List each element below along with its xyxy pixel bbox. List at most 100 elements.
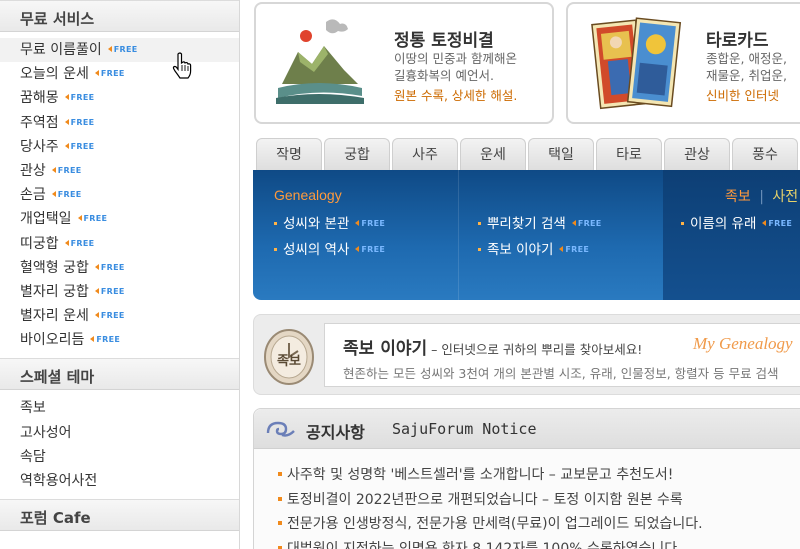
sidebar-section-title: 스페셜 테마 xyxy=(0,358,239,391)
sidebar-item-biorhythm[interactable]: 바이오리듬 FREE xyxy=(0,328,239,352)
notice-item[interactable]: 사주학 및 성명학 '베스트셀러'를 소개합니다 – 교보문고 추천도서! xyxy=(278,463,703,488)
genealogy-panel: Genealogy 성씨와 본관 FREE 성씨의 역사 FREE 뿌리찾기 검색 F… xyxy=(253,170,800,300)
tojeong-desc-line1: 이땅의 민중과 함께해온 xyxy=(394,51,517,66)
sidebar-item-iching[interactable]: 주역점 FREE xyxy=(0,111,239,135)
sidebar-item-proverbs[interactable]: 속담 xyxy=(0,445,239,469)
free-badge: FREE xyxy=(65,111,95,135)
sidebar-item-zodiac-match[interactable]: 띠궁합 FREE xyxy=(0,232,239,256)
sidebar-item-star-match[interactable]: 별자리 궁합 FREE xyxy=(0,280,239,304)
sidebar-item-label: 당사주 xyxy=(20,138,59,155)
swirl-icon xyxy=(266,421,295,437)
sidebar-item-label: 손금 xyxy=(20,187,46,204)
sidebar-item-idioms[interactable]: 고사성어 xyxy=(0,421,239,445)
free-badge: FREE xyxy=(95,62,125,86)
free-badge: FREE xyxy=(762,219,792,228)
free-badge: FREE xyxy=(108,38,138,62)
sidebar-section-title: 무료 서비스 xyxy=(0,0,239,32)
jokbo-clock-icon: 족보 xyxy=(264,329,314,385)
tab-physiognomy[interactable]: 관상 xyxy=(664,138,730,170)
notice-item[interactable]: 토정비결이 2022년판으로 개편되었습니다 – 토정 이지함 원본 수록 xyxy=(278,488,703,513)
free-badge: FREE xyxy=(95,304,125,328)
tojeong-desc-line2: 길흉화복의 예언서. xyxy=(394,68,494,83)
panel-link-name-origin[interactable]: 이름의 유래 FREE xyxy=(681,212,792,232)
banner-english-title: My Genealogy xyxy=(693,334,793,353)
sidebar-item-label: 띠궁합 xyxy=(20,235,59,252)
panel-link-root-search[interactable]: 뿌리찾기 검색 FREE xyxy=(478,212,602,232)
free-badge: FREE xyxy=(52,183,82,207)
notice-item[interactable]: 대법원이 지정하는 인명용 한자 8,142자를 100% 수록하였습니다. xyxy=(278,537,703,549)
tab-feng-shui[interactable]: 풍수 xyxy=(732,138,798,170)
tarot-card[interactable]: 타로카드 종합운, 애정운, 재물운, 취업운, 신비한 인터넷 xyxy=(566,2,800,124)
sidebar-item-opening-date[interactable]: 개업택일 FREE xyxy=(0,207,239,231)
sidebar-item-label: 꿈해몽 xyxy=(20,90,59,107)
tarot-desc-line1: 종합운, 애정운, xyxy=(706,51,787,66)
notice-list: 사주학 및 성명학 '베스트셀러'를 소개합니다 – 교보문고 추천도서! 토정… xyxy=(278,463,703,549)
dictionary-heading-link[interactable]: 사전 xyxy=(772,189,798,205)
sidebar-section-title: 포럼 Cafe xyxy=(0,499,239,532)
special-theme-list: 족보 고사성어 속담 역학용어사전 xyxy=(0,390,239,499)
sidebar-item-physiognomy[interactable]: 관상 FREE xyxy=(0,159,239,183)
notice-english-title: SajuForum Notice xyxy=(392,420,537,438)
sidebar-item-star-fortune[interactable]: 별자리 운세 FREE xyxy=(0,304,239,328)
notice-board: 공지사항 SajuForum Notice 사주학 및 성명학 '베스트셀러'를… xyxy=(253,408,800,549)
genealogy-banner[interactable]: 족보 족보 이야기 – 인터넷으로 귀하의 뿌리를 찾아보세요! 현존하는 모든 … xyxy=(253,314,800,395)
notice-item[interactable]: 전문가용 인생방정식, 전문가용 만세력(무료)이 업그레이드 되었습니다. xyxy=(278,512,703,537)
free-badge: FREE xyxy=(52,159,82,183)
tab-compatibility[interactable]: 궁합 xyxy=(324,138,390,170)
banner-content: 족보 이야기 – 인터넷으로 귀하의 뿌리를 찾아보세요! 현존하는 모든 성씨와… xyxy=(324,323,800,387)
sidebar-item-label: 바이오리듬 xyxy=(20,332,85,349)
free-badge: FREE xyxy=(78,207,108,231)
sidebar: 무료 서비스 무료 이름풀이 FREE 오늘의 운세 FREE 꿈해몽 FREE 주역… xyxy=(0,0,240,549)
tojeong-subtitle: 원본 수록, 상세한 해설. xyxy=(394,88,518,103)
tab-fortune[interactable]: 운세 xyxy=(460,138,526,170)
sidebar-item-label: 주역점 xyxy=(20,114,59,131)
free-badge: FREE xyxy=(65,232,95,256)
tab-date-selection[interactable]: 택일 xyxy=(528,138,594,170)
sidebar-item-dream[interactable]: 꿈해몽 FREE xyxy=(0,86,239,110)
panel-link-jokbo-story[interactable]: 족보 이야기 FREE xyxy=(478,238,589,258)
notice-title: 공지사항 xyxy=(306,423,365,442)
sidebar-item-today-fortune[interactable]: 오늘의 운세 FREE xyxy=(0,62,239,86)
sidebar-item-label: 별자리 운세 xyxy=(20,308,89,325)
tojeong-illustration-icon xyxy=(276,19,364,104)
panel-right-heading: 족보 | 사전 xyxy=(725,189,799,205)
tojeong-card[interactable]: 정통 토정비결 이땅의 민중과 함께해온 길흉화복의 예언서. 원본 수록, 상… xyxy=(254,2,554,124)
free-badge: FREE xyxy=(65,135,95,159)
hand-cursor-icon xyxy=(172,52,192,79)
jokbo-heading-link[interactable]: 족보 xyxy=(725,189,751,205)
tojeong-title: 정통 토정비결 xyxy=(394,31,494,51)
sidebar-item-label: 개업택일 xyxy=(20,211,72,228)
sidebar-item-label: 별자리 궁합 xyxy=(20,283,89,300)
tarot-desc-line2: 재물운, 취업운, xyxy=(706,68,787,83)
tab-tarot[interactable]: 타로 xyxy=(596,138,662,170)
sidebar-item-label: 혈액형 궁합 xyxy=(20,259,89,276)
tarot-cards-icon xyxy=(591,17,682,110)
sidebar-item-glossary[interactable]: 역학용어사전 xyxy=(0,469,239,493)
free-badge: FREE xyxy=(572,219,602,228)
free-badge: FREE xyxy=(559,245,589,254)
free-badge: FREE xyxy=(355,219,385,228)
free-service-list: 무료 이름풀이 FREE 오늘의 운세 FREE 꿈해몽 FREE 주역점 FREE 당… xyxy=(0,32,239,358)
tab-saju[interactable]: 사주 xyxy=(392,138,458,170)
sidebar-item-jokbo[interactable]: 족보 xyxy=(0,396,239,420)
panel-link-surname-history[interactable]: 성씨의 역사 FREE xyxy=(274,238,385,258)
category-tabs: 작명 궁합 사주 운세 택일 타로 관상 풍수 xyxy=(254,138,800,170)
banner-title: 족보 이야기 – 인터넷으로 귀하의 뿌리를 찾아보세요! xyxy=(343,339,643,359)
tarot-subtitle: 신비한 인터넷 xyxy=(706,88,779,103)
sidebar-item-name-reading[interactable]: 무료 이름풀이 FREE xyxy=(0,38,239,63)
free-badge: FREE xyxy=(95,256,125,280)
sidebar-item-label: 관상 xyxy=(20,162,46,179)
free-badge: FREE xyxy=(90,328,120,352)
banner-description: 현존하는 모든 성씨와 3천여 개의 본관별 시조, 유래, 인물정보, 항렬자… xyxy=(343,366,779,381)
panel-heading: Genealogy xyxy=(274,187,342,203)
tab-naming[interactable]: 작명 xyxy=(256,138,322,170)
free-badge: FREE xyxy=(355,245,385,254)
tarot-title: 타로카드 xyxy=(706,31,769,51)
sidebar-item-blood-match[interactable]: 혈액형 궁합 FREE xyxy=(0,256,239,280)
sidebar-item-dangsaju[interactable]: 당사주 FREE xyxy=(0,135,239,159)
sidebar-item-palmistry[interactable]: 손금 FREE xyxy=(0,183,239,207)
free-badge: FREE xyxy=(65,86,95,110)
jokbo-icon-text: 족보 xyxy=(277,354,301,369)
panel-link-surname-origin[interactable]: 성씨와 본관 FREE xyxy=(274,212,385,232)
notice-header: 공지사항 SajuForum Notice xyxy=(254,409,800,449)
